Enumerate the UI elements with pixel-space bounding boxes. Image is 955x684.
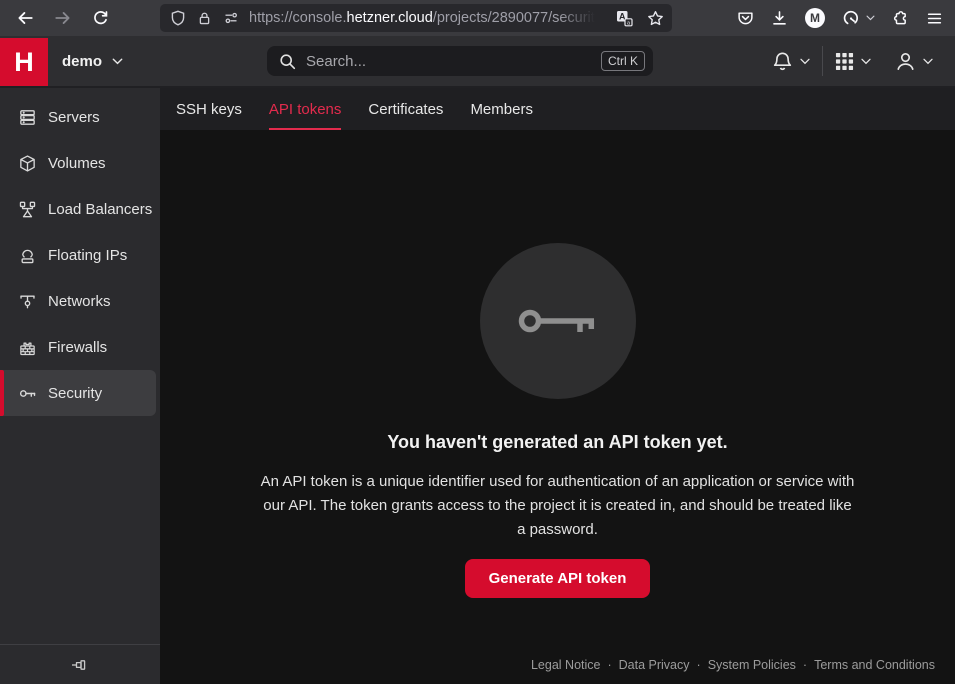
sidebar-item-volumes[interactable]: Volumes — [0, 140, 160, 186]
notifications-button[interactable] — [760, 51, 822, 72]
footer-separator: · — [607, 658, 611, 672]
sidebar-item-load-balancers[interactable]: Load Balancers — [0, 186, 160, 232]
sidebar-item-label: Servers — [48, 109, 100, 126]
sidebar-item-label: Volumes — [48, 155, 106, 172]
sidebar: Servers Volumes Load Balancers Floating … — [0, 88, 160, 684]
empty-state-description: An API token is a unique identifier used… — [258, 470, 858, 542]
hetzner-logo[interactable]: H — [0, 38, 48, 86]
tracking-protection-shield-icon[interactable] — [170, 10, 186, 26]
site-permissions-icon[interactable] — [223, 10, 239, 26]
load-balancers-icon — [18, 200, 37, 219]
tab-label: API tokens — [269, 101, 342, 118]
apps-grid-button[interactable] — [823, 52, 883, 71]
project-selector[interactable]: demo — [62, 36, 123, 86]
url-bar[interactable]: https://console.hetzner.cloud/projects/2… — [160, 4, 672, 32]
sidebar-footer — [0, 644, 160, 684]
reload-icon[interactable] — [92, 10, 109, 27]
api-token-key-icon — [518, 301, 598, 341]
tab-ssh-keys[interactable]: SSH keys — [176, 88, 242, 130]
user-menu-button[interactable] — [883, 51, 945, 72]
account-avatar[interactable]: M — [805, 8, 825, 28]
downloads-icon[interactable] — [771, 10, 788, 27]
tab-label: Certificates — [368, 101, 443, 118]
grid-icon — [835, 52, 854, 71]
project-name: demo — [62, 53, 102, 70]
sidebar-item-security[interactable]: Security — [0, 370, 156, 416]
pin-sidebar-icon[interactable] — [71, 658, 89, 672]
key-icon — [18, 384, 37, 403]
gauge-icon[interactable] — [842, 9, 860, 27]
system-policies-link[interactable]: System Policies — [708, 658, 796, 672]
main-content: You haven't generated an API token yet. … — [160, 130, 955, 684]
chevron-down-icon — [800, 58, 810, 65]
search-input[interactable] — [306, 53, 601, 70]
generate-api-token-button[interactable]: Generate API token — [465, 559, 651, 598]
firewalls-icon — [18, 338, 37, 357]
footer-separator: · — [697, 658, 701, 672]
sidebar-item-firewalls[interactable]: Firewalls — [0, 324, 160, 370]
bell-icon — [772, 51, 793, 72]
person-icon — [895, 51, 916, 72]
search-shortcut-badge: Ctrl K — [601, 51, 645, 71]
chevron-down-icon — [861, 58, 871, 65]
servers-icon — [18, 108, 37, 127]
volumes-icon — [18, 154, 37, 173]
app-header: H demo Ctrl K — [0, 36, 955, 88]
translate-icon[interactable]: Aa — [616, 10, 633, 27]
lock-icon[interactable] — [197, 11, 212, 26]
chevron-down-icon — [923, 58, 933, 65]
tab-api-tokens[interactable]: API tokens — [269, 88, 342, 130]
tab-bar: SSH keys API tokens Certificates Members — [160, 88, 955, 130]
tab-label: SSH keys — [176, 101, 242, 118]
data-privacy-link[interactable]: Data Privacy — [619, 658, 690, 672]
tab-certificates[interactable]: Certificates — [368, 88, 443, 130]
forward-icon — [54, 9, 72, 27]
networks-icon — [18, 292, 37, 311]
empty-state-illustration — [480, 243, 636, 399]
url-text: https://console.hetzner.cloud/projects/2… — [249, 10, 601, 26]
chevron-down-icon[interactable] — [866, 15, 875, 21]
sidebar-item-label: Networks — [48, 293, 111, 310]
extensions-icon[interactable] — [892, 10, 909, 27]
search-bar[interactable]: Ctrl K — [267, 46, 653, 76]
terms-and-conditions-link[interactable]: Terms and Conditions — [814, 658, 935, 672]
footer: Legal Notice · Data Privacy · System Pol… — [531, 658, 935, 672]
search-icon — [279, 53, 296, 70]
sidebar-item-label: Load Balancers — [48, 201, 152, 218]
tab-label: Members — [470, 101, 533, 118]
sidebar-item-servers[interactable]: Servers — [0, 94, 160, 140]
menu-hamburger-icon[interactable] — [926, 10, 943, 27]
floating-ips-icon — [18, 246, 37, 265]
legal-notice-link[interactable]: Legal Notice — [531, 658, 601, 672]
back-icon[interactable] — [16, 9, 34, 27]
sidebar-item-floating-ips[interactable]: Floating IPs — [0, 232, 160, 278]
browser-toolbar: https://console.hetzner.cloud/projects/2… — [0, 0, 955, 36]
sidebar-item-networks[interactable]: Networks — [0, 278, 160, 324]
tab-members[interactable]: Members — [470, 88, 533, 130]
footer-separator: · — [803, 658, 807, 672]
sidebar-item-label: Floating IPs — [48, 247, 127, 264]
bookmark-star-icon[interactable] — [647, 10, 664, 27]
chevron-down-icon — [112, 58, 123, 65]
empty-state-title: You haven't generated an API token yet. — [387, 432, 727, 453]
sidebar-item-label: Security — [48, 385, 102, 402]
sidebar-item-label: Firewalls — [48, 339, 107, 356]
pocket-icon[interactable] — [737, 10, 754, 27]
